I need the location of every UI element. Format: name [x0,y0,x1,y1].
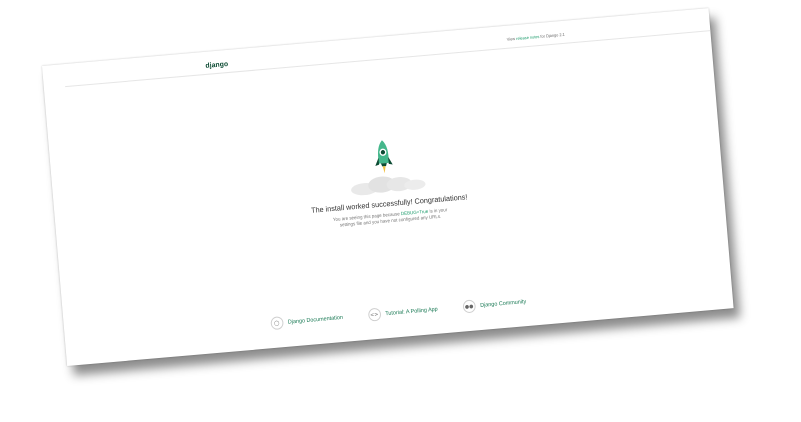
browser-page: django View release notes for Django 2.1 [42,8,734,366]
screenshot-stage: django View release notes for Django 2.1 [0,0,801,422]
header-divider [65,30,711,88]
tutorial-link-label: Tutorial: A Polling App [385,306,438,317]
docs-link[interactable]: ◯ Django Documentation [269,311,344,331]
release-suffix: for Django 2.1 [539,31,565,39]
release-prefix: View [506,35,517,42]
people-icon: ●● [462,299,476,314]
footer-links: ◯ Django Documentation <> Tutorial: A Po… [65,277,733,348]
code-icon: <> [367,307,382,322]
docs-link-label: Django Documentation [287,314,344,326]
rocket-illustration [335,133,437,201]
lightbulb-icon: ◯ [269,316,284,331]
rocket-icon [375,140,393,174]
release-notes: View release notes for Django 2.1 [507,32,565,42]
hero-section: The install worked successfully! Congrat… [50,108,724,253]
community-link-label: Django Community [479,298,527,309]
django-logo[interactable]: django [205,61,228,70]
tutorial-link[interactable]: <> Tutorial: A Polling App [367,303,438,322]
release-notes-link[interactable]: release notes [516,34,540,41]
community-link[interactable]: ●● Django Community [462,295,527,314]
